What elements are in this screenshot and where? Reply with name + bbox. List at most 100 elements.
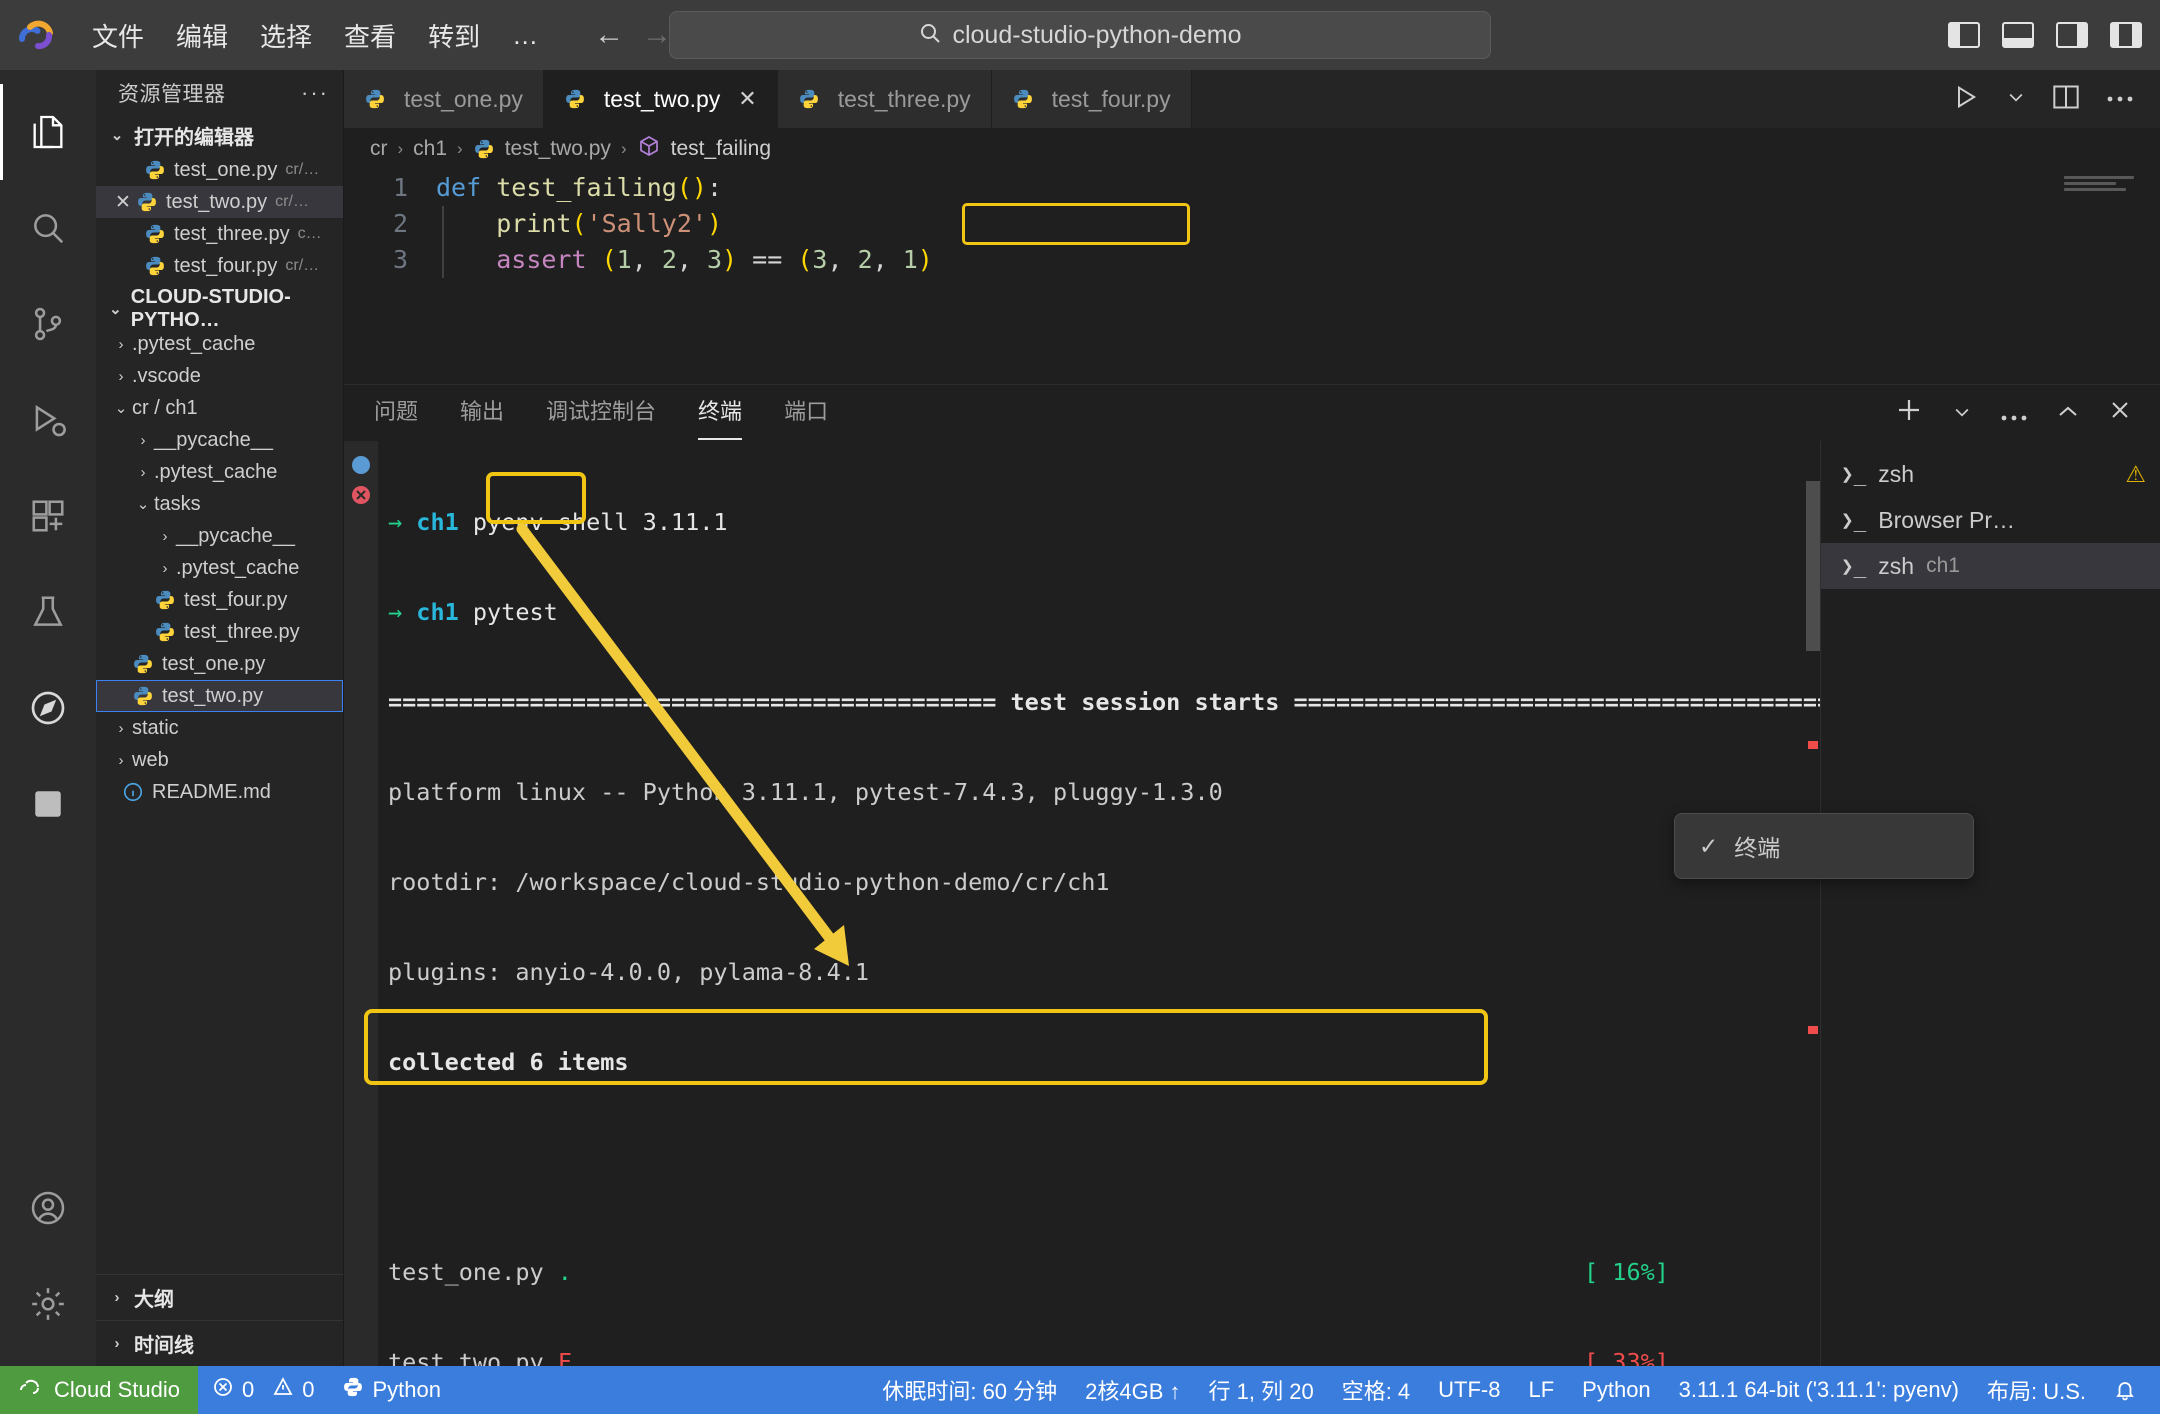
breadcrumb-symbol[interactable]: test_failing [671,137,771,161]
tab-test-one[interactable]: test_one.py [344,70,544,128]
menu-more[interactable]: … [496,14,554,57]
back-arrow-icon[interactable]: ← [590,18,628,52]
breadcrumb-file[interactable]: test_two.py [505,137,611,161]
section-outline[interactable]: › 大纲 [96,1274,343,1320]
status-indentation[interactable]: 空格: 4 [1328,1374,1424,1406]
test-result-marks: . [557,1258,572,1286]
code-editor[interactable]: 1 def test_failing(): 2 print('Sally2') … [344,170,2160,384]
terminal-scrollbar[interactable] [1806,481,1820,651]
panel-tab-terminal[interactable]: 终端 [698,394,743,440]
chevron-right-icon: › [162,527,168,545]
section-project-root[interactable]: ⌄ CLOUD-STUDIO-PYTHO… [96,286,343,331]
tab-test-four[interactable]: test_four.py [991,70,1192,128]
tree-item-tasks[interactable]: ⌄ tasks [96,488,343,520]
status-encoding[interactable]: UTF-8 [1424,1377,1514,1403]
tab-close-icon[interactable]: ✕ [738,86,756,112]
section-timeline[interactable]: › 时间线 [96,1320,343,1366]
tab-test-three[interactable]: test_three.py [777,70,992,128]
activity-explorer-icon[interactable] [0,84,96,180]
customize-layout-icon[interactable] [2110,22,2142,48]
open-editor-test-three[interactable]: test_three.py c… [96,218,343,250]
breadcrumb-cr[interactable]: cr [370,137,388,161]
tree-item-web[interactable]: › web [96,744,343,776]
panel-more-actions-icon[interactable] [2000,398,2028,429]
tree-item-test-four[interactable]: test_four.py [96,584,343,616]
panel-tab-ports[interactable]: 端口 [784,394,828,432]
activity-square-icon[interactable] [0,756,96,852]
status-problems[interactable]: 0 0 [198,1376,329,1404]
activity-testing-icon[interactable] [0,564,96,660]
menu-selection[interactable]: 选择 [244,11,328,60]
rule-right: ========================================… [1293,688,1821,716]
menu-file[interactable]: 文件 [76,11,160,60]
status-brand[interactable]: Cloud Studio [0,1366,198,1414]
status-keyboard-layout[interactable]: 布局: U.S. [1973,1374,2100,1406]
status-resources[interactable]: 2核4GB ↑ [1071,1374,1194,1406]
open-editor-path: cr/… [275,193,309,210]
tree-item-pycache-ch1[interactable]: › __pycache__ [96,424,343,456]
tree-item-static[interactable]: › static [96,712,343,744]
tree-item-test-one[interactable]: test_one.py [96,648,343,680]
status-notifications-bell-icon[interactable] [2100,1379,2160,1401]
activity-extensions-icon[interactable] [0,468,96,564]
status-interpreter-version[interactable]: 3.11.1 64-bit ('3.11.1': pyenv) [1665,1377,1973,1403]
tree-item-test-two[interactable]: test_two.py [96,680,343,712]
context-menu-label[interactable]: 终端 [1734,829,1780,863]
chevron-down-icon[interactable] [2006,87,2026,112]
activity-compass-icon[interactable] [0,660,96,756]
error-circle-icon [212,1376,234,1404]
run-python-file-icon[interactable] [1952,83,1980,116]
section-open-editors[interactable]: ⌄ 打开的编辑器 [96,116,343,154]
open-editor-test-four[interactable]: test_four.py cr/… [96,250,343,282]
status-eol[interactable]: LF [1514,1377,1568,1403]
menu-edit[interactable]: 编辑 [160,11,244,60]
tree-item-pytest-cache-ch1[interactable]: › .pytest_cache [96,456,343,488]
toggle-secondary-sidebar-icon[interactable] [2056,22,2088,48]
command-search-bar[interactable]: cloud-studio-python-demo [669,11,1491,59]
test-result-marks: F [557,1348,572,1366]
close-icon[interactable]: ✕ [110,191,136,214]
tree-item-vscode[interactable]: › .vscode [96,360,343,392]
toggle-primary-sidebar-icon[interactable] [1948,22,1980,48]
terminal-tab-browser-preview[interactable]: ❯_ Browser Pr… [1821,497,2160,543]
activity-search-icon[interactable] [0,180,96,276]
tab-test-two[interactable]: test_two.py ✕ [543,70,778,128]
status-sleep-time[interactable]: 休眠时间: 60 分钟 [868,1374,1071,1406]
status-language-mode[interactable]: Python [1568,1377,1665,1403]
tree-item-cr-ch1[interactable]: ⌄ cr / ch1 [96,392,343,424]
activity-account-icon[interactable] [0,1160,96,1256]
activity-settings-gear-icon[interactable] [0,1256,96,1352]
terminal-context-menu[interactable]: ✓ 终端 [1674,813,1974,879]
minimap[interactable] [2064,176,2150,202]
terminal-tab-zsh-ch1[interactable]: ❯_ zsh ch1 [1821,543,2160,589]
activity-run-debug-icon[interactable] [0,372,96,468]
terminal-output[interactable]: → ch1 pyenv shell 3.11.1 → ch1 pytest ==… [344,441,1820,1366]
open-editor-test-two[interactable]: ✕ test_two.py cr/… [96,186,343,218]
terminal-tab-zsh-1[interactable]: ❯_ zsh ⚠ [1821,451,2160,497]
explorer-more-icon[interactable]: ··· [301,80,329,106]
panel-tab-problems[interactable]: 问题 [374,394,418,432]
open-editor-test-one[interactable]: test_one.py cr/… [96,154,343,186]
close-panel-icon[interactable] [2108,398,2132,429]
tree-item-test-three[interactable]: test_three.py [96,616,343,648]
panel-tab-output[interactable]: 输出 [460,394,504,432]
breadcrumb-ch1[interactable]: ch1 [413,137,447,161]
menu-view[interactable]: 查看 [328,11,412,60]
menu-go[interactable]: 转到 [412,11,496,60]
status-cursor-position[interactable]: 行 1, 列 20 [1195,1374,1328,1406]
split-editor-icon[interactable] [2052,84,2080,115]
chevron-down-icon[interactable] [1952,398,1972,429]
layout-controls [1948,22,2142,48]
tree-item-pytest-cache-root[interactable]: › .pytest_cache [96,328,343,360]
panel-tab-debug-console[interactable]: 调试控制台 [546,394,656,432]
tree-item-readme[interactable]: README.md [96,776,343,808]
editor-more-actions-icon[interactable] [2106,90,2134,108]
new-terminal-plus-icon[interactable] [1894,395,1924,432]
maximize-panel-chevron-up-icon[interactable] [2056,398,2080,429]
tree-item-pycache-tasks[interactable]: › __pycache__ [96,520,343,552]
activity-source-control-icon[interactable] [0,276,96,372]
tree-item-pytest-cache-tasks[interactable]: › .pytest_cache [96,552,343,584]
status-python-interpreter[interactable]: Python [328,1376,455,1404]
toggle-panel-icon[interactable] [2002,22,2034,48]
open-editor-path: cr/… [285,257,320,274]
